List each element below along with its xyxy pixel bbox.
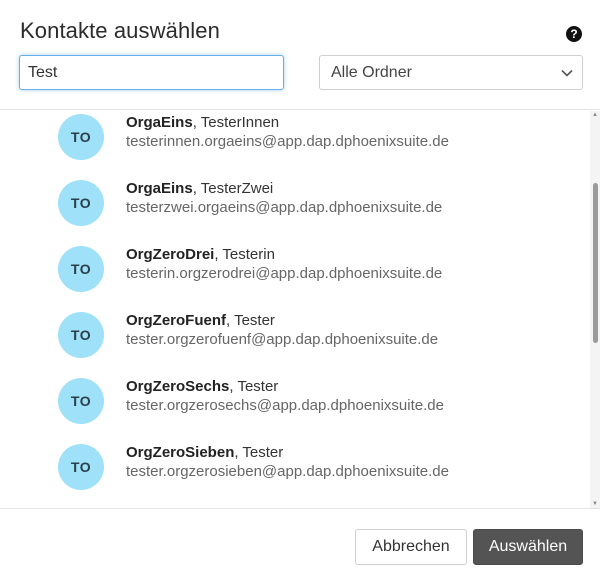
contact-name: OrgZeroSechs, Tester <box>126 378 278 395</box>
contact-name: OrgaEins, TesterZwei <box>126 180 273 197</box>
contact-person: , Testerin <box>214 246 275 263</box>
avatar: TO <box>58 114 104 160</box>
question-circle-icon[interactable]: ? <box>566 26 582 42</box>
scroll-thumb[interactable] <box>593 183 598 343</box>
avatar: TO <box>58 180 104 226</box>
contact-picker-dialog: Kontakte auswählen ? Alle Ordner TO Orga… <box>0 0 600 582</box>
contact-org: OrgaEins <box>126 180 193 197</box>
dialog-footer: Abbrechen Auswählen <box>0 508 600 582</box>
cancel-button[interactable]: Abbrechen <box>355 529 467 565</box>
contact-name: OrgaEins, TesterInnen <box>126 114 279 131</box>
contact-email: testerinnen.orgaeins@app.dap.dphoenixsui… <box>126 133 449 150</box>
contact-item[interactable]: TO OrgaEins, TesterInnen testerinnen.org… <box>0 114 590 180</box>
contact-item[interactable]: TO OrgZeroSechs, Tester tester.orgzerose… <box>0 378 590 444</box>
scroll-up-arrow-icon[interactable]: ▲ <box>591 111 599 119</box>
contact-item[interactable]: TO OrgaEins, TesterZwei testerzwei.orgae… <box>0 180 590 246</box>
contact-org: OrgZeroDrei <box>126 246 215 263</box>
avatar: TO <box>58 444 104 490</box>
contact-email: testerin.orgzerodrei@app.dap.dphoenixsui… <box>126 265 443 282</box>
contact-list-scrollbar[interactable]: ▲ ▼ <box>590 111 600 508</box>
avatar: TO <box>58 246 104 292</box>
select-button[interactable]: Auswählen <box>473 529 583 565</box>
contact-person: , Tester <box>229 378 279 395</box>
contact-email: testerzwei.orgaeins@app.dap.dphoenixsuit… <box>126 199 443 216</box>
contact-person: , TesterInnen <box>192 114 280 131</box>
contact-org: OrgZeroSechs <box>126 378 230 395</box>
dialog-header: Kontakte auswählen ? Alle Ordner <box>0 0 600 110</box>
scroll-down-arrow-icon[interactable]: ▼ <box>591 500 599 508</box>
contact-item[interactable]: TO OrgZeroDrei, Testerin testerin.orgzer… <box>0 246 590 312</box>
contact-org: OrgZeroFuenf <box>126 312 226 329</box>
contact-email: tester.orgzerosieben@app.dap.dphoenixsui… <box>126 463 449 480</box>
folder-select[interactable]: Alle Ordner <box>319 55 583 90</box>
contact-org: OrgaEins <box>126 114 193 131</box>
dialog-title: Kontakte auswählen <box>20 18 220 43</box>
contact-list: TO OrgaEins, TesterInnen testerinnen.org… <box>0 111 600 508</box>
contact-person: , Tester <box>226 312 275 329</box>
contact-name: OrgZeroDrei, Testerin <box>126 246 275 263</box>
contact-name: OrgZeroFuenf, Tester <box>126 312 275 329</box>
folder-select-value: Alle Ordner <box>331 64 412 81</box>
search-input[interactable] <box>19 55 284 90</box>
avatar: TO <box>58 378 104 424</box>
contact-person: , TesterZwei <box>192 180 274 197</box>
contact-email: tester.orgzerosechs@app.dap.dphoenixsuit… <box>126 397 444 414</box>
avatar: TO <box>58 312 104 358</box>
chevron-down-icon <box>561 69 573 77</box>
contact-person: , Tester <box>234 444 284 461</box>
contact-item[interactable]: TO OrgZeroSieben, Tester tester.orgzeros… <box>0 444 590 508</box>
contact-email: tester.orgzerofuenf@app.dap.dphoenixsuit… <box>126 331 439 348</box>
contact-name: OrgZeroSieben, Tester <box>126 444 283 461</box>
contact-org: OrgZeroSieben <box>126 444 235 461</box>
contact-item[interactable]: TO OrgZeroFuenf, Tester tester.orgzerofu… <box>0 312 590 378</box>
